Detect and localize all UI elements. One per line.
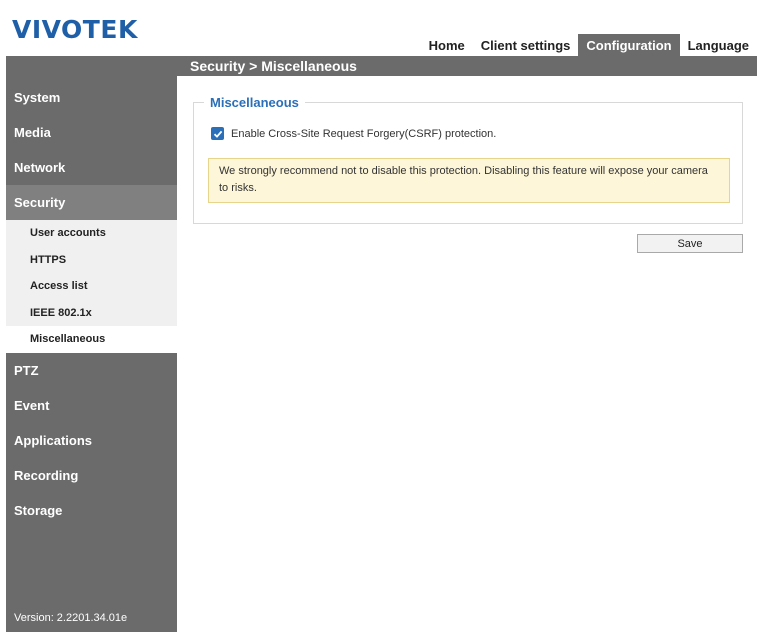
subnav-access-list[interactable]: Access list bbox=[6, 273, 177, 300]
miscellaneous-fieldset: Miscellaneous Enable Cross-Site Request … bbox=[193, 95, 743, 224]
fieldset-legend: Miscellaneous bbox=[204, 95, 305, 110]
sidebar-item-recording[interactable]: Recording bbox=[6, 458, 177, 493]
save-button[interactable]: Save bbox=[637, 234, 743, 253]
subnav-ieee-8021x[interactable]: IEEE 802.1x bbox=[6, 300, 177, 327]
topnav-home[interactable]: Home bbox=[421, 34, 473, 56]
topnav-client-settings[interactable]: Client settings bbox=[473, 34, 579, 56]
checkmark-icon bbox=[213, 130, 222, 138]
vivotek-logo: VIVOTEK bbox=[12, 12, 138, 46]
sidebar-item-network[interactable]: Network bbox=[6, 150, 177, 185]
topnav-language[interactable]: Language bbox=[680, 34, 757, 56]
subnav-https[interactable]: HTTPS bbox=[6, 247, 177, 274]
firmware-version: Version: 2.2201.34.01e bbox=[14, 612, 128, 624]
sidebar-item-storage[interactable]: Storage bbox=[6, 493, 177, 528]
warning-message: We strongly recommend not to disable thi… bbox=[208, 158, 730, 203]
sidebar-item-ptz[interactable]: PTZ bbox=[6, 353, 177, 388]
topnav-configuration[interactable]: Configuration bbox=[578, 34, 680, 56]
subnav-miscellaneous[interactable]: Miscellaneous bbox=[6, 326, 177, 353]
breadcrumb-separator: > bbox=[245, 58, 262, 74]
subnav-user-accounts[interactable]: User accounts bbox=[6, 220, 177, 247]
csrf-checkbox[interactable] bbox=[211, 127, 224, 140]
sidebar-item-security[interactable]: Security bbox=[6, 185, 177, 220]
breadcrumb-page: Miscellaneous bbox=[261, 58, 357, 74]
security-subnav: User accounts HTTPS Access list IEEE 802… bbox=[6, 220, 177, 353]
csrf-label: Enable Cross-Site Request Forgery(CSRF) … bbox=[231, 127, 497, 140]
csrf-option: Enable Cross-Site Request Forgery(CSRF) … bbox=[211, 127, 496, 140]
top-navigation: Home Client settings Configuration Langu… bbox=[421, 34, 757, 56]
sidebar-item-event[interactable]: Event bbox=[6, 388, 177, 423]
sidebar-item-applications[interactable]: Applications bbox=[6, 423, 177, 458]
sidebar-item-media[interactable]: Media bbox=[6, 115, 177, 150]
sidebar: System Media Network Security User accou… bbox=[6, 56, 177, 632]
breadcrumb: Security > Miscellaneous bbox=[177, 56, 757, 76]
logo-text: VIVOTEK bbox=[12, 14, 138, 44]
breadcrumb-section: Security bbox=[190, 58, 246, 74]
sidebar-item-system[interactable]: System bbox=[6, 80, 177, 115]
